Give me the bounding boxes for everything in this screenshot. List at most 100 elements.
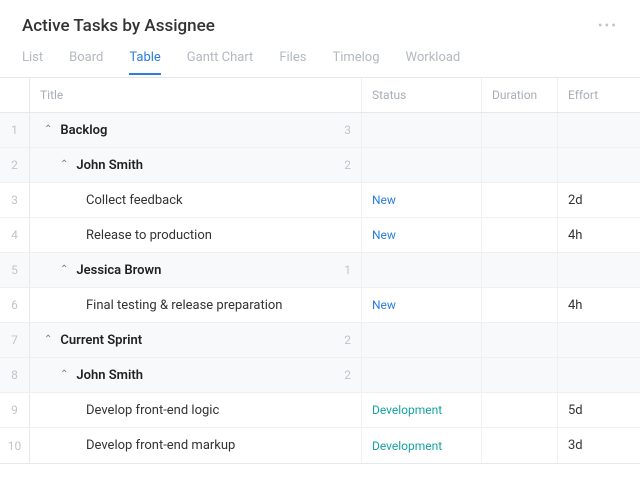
tab-files[interactable]: Files xyxy=(279,46,306,75)
cell-status xyxy=(362,358,482,392)
row-number: 1 xyxy=(0,113,30,147)
effort-value: 5d xyxy=(568,403,583,418)
cell-status: New xyxy=(362,183,482,217)
cell-status xyxy=(362,253,482,287)
chevron-up-icon[interactable]: ⌃ xyxy=(60,264,68,275)
cell-title: Develop front-end logic xyxy=(30,393,362,427)
task-table: Title Status Duration Effort 1⌃Backlog32… xyxy=(0,77,640,464)
table-row[interactable]: 1 ⌃ Backlog 3 xyxy=(0,113,640,148)
col-status: Status xyxy=(362,78,482,112)
table-row[interactable]: 7 ⌃ Current Sprint 2 xyxy=(0,323,640,358)
cell-status: New xyxy=(362,288,482,322)
row-number: 2 xyxy=(0,148,30,182)
cell-status: New xyxy=(362,218,482,252)
count-badge: 3 xyxy=(344,123,351,137)
table-header-row: Title Status Duration Effort xyxy=(0,78,640,113)
status-badge: New xyxy=(372,193,396,207)
row-number: 9 xyxy=(0,393,30,427)
status-badge: New xyxy=(372,298,396,312)
chevron-up-icon[interactable]: ⌃ xyxy=(60,369,68,380)
tab-gantt-chart[interactable]: Gantt Chart xyxy=(187,46,254,75)
row-number: 8 xyxy=(0,358,30,392)
count-badge: 2 xyxy=(344,158,351,172)
table-row[interactable]: 5 ⌃ Jessica Brown 1 xyxy=(0,253,640,288)
row-number: 6 xyxy=(0,288,30,322)
chevron-up-icon[interactable]: ⌃ xyxy=(60,159,68,170)
cell-title: Collect feedback xyxy=(30,183,362,217)
cell-effort xyxy=(558,358,640,392)
table-row[interactable]: 6 Final testing & release preparation New 4… xyxy=(0,288,640,323)
effort-value: 3d xyxy=(568,438,583,453)
cell-duration xyxy=(482,428,558,463)
table-row[interactable]: 3Collect feedback New 2d xyxy=(0,183,640,218)
cell-duration xyxy=(482,358,558,392)
cell-title: ⌃ Current Sprint 2 xyxy=(30,323,362,357)
col-effort: Effort xyxy=(558,78,640,112)
cell-title: ⌃ Backlog 3 xyxy=(30,113,362,147)
group-title: Backlog xyxy=(60,123,107,138)
cell-title: ⌃ Jessica Brown 1 xyxy=(30,253,362,287)
group-title: Current Sprint xyxy=(60,333,142,348)
cell-effort: 5d xyxy=(558,393,640,427)
cell-title: Final testing & release preparation xyxy=(30,288,362,322)
cell-duration xyxy=(482,323,558,357)
cell-status xyxy=(362,323,482,357)
cell-title: Develop front-end markup xyxy=(30,428,362,463)
group-title: John Smith xyxy=(76,368,143,383)
effort-value: 4h xyxy=(568,298,582,313)
count-badge: 2 xyxy=(344,368,351,382)
col-duration: Duration xyxy=(482,78,558,112)
task-title: Develop front-end markup xyxy=(86,438,235,453)
effort-value: 2d xyxy=(568,193,583,208)
cell-duration xyxy=(482,288,558,322)
status-badge: Development xyxy=(372,403,442,417)
more-icon[interactable]: ••• xyxy=(598,18,618,34)
chevron-up-icon[interactable]: ⌃ xyxy=(44,124,52,135)
cell-title: Release to production xyxy=(30,218,362,252)
row-number: 3 xyxy=(0,183,30,217)
row-number: 10 xyxy=(0,428,30,463)
page-title: Active Tasks by Assignee xyxy=(22,16,215,36)
row-number: 7 xyxy=(0,323,30,357)
cell-effort xyxy=(558,148,640,182)
cell-duration xyxy=(482,148,558,182)
table-row[interactable]: 10 Develop front-end markup Development 3d xyxy=(0,428,640,463)
table-row[interactable]: 2⌃John Smith2 xyxy=(0,148,640,183)
cell-title: ⌃John Smith2 xyxy=(30,148,362,182)
col-title: Title xyxy=(30,78,362,112)
count-badge: 1 xyxy=(344,263,351,277)
count-badge: 2 xyxy=(344,333,351,347)
task-title: Release to production xyxy=(86,228,212,243)
cell-effort: 4h xyxy=(558,218,640,252)
tab-timelog[interactable]: Timelog xyxy=(332,46,379,75)
effort-value: 4h xyxy=(568,228,582,243)
tab-board[interactable]: Board xyxy=(69,46,103,75)
cell-duration xyxy=(482,253,558,287)
group-title: Jessica Brown xyxy=(76,263,161,278)
cell-effort xyxy=(558,323,640,357)
col-rownum xyxy=(0,78,30,112)
tab-workload[interactable]: Workload xyxy=(406,46,461,75)
row-number: 4 xyxy=(0,218,30,252)
table-row[interactable]: 8 ⌃ John Smith 2 xyxy=(0,358,640,393)
cell-duration xyxy=(482,218,558,252)
cell-status xyxy=(362,113,482,147)
cell-effort xyxy=(558,253,640,287)
cell-status xyxy=(362,148,482,182)
cell-duration xyxy=(482,393,558,427)
tab-table[interactable]: Table xyxy=(129,46,160,75)
cell-status: Development xyxy=(362,393,482,427)
status-badge: New xyxy=(372,228,396,242)
chevron-up-icon[interactable]: ⌃ xyxy=(44,334,52,345)
status-badge: Development xyxy=(372,439,442,453)
table-row[interactable]: 9Develop front-end logic Development 5d xyxy=(0,393,640,428)
view-tabs: List Board Table Gantt Chart Files Timelog Wor… xyxy=(22,46,618,75)
cell-effort xyxy=(558,113,640,147)
row-number: 5 xyxy=(0,253,30,287)
tab-list[interactable]: List xyxy=(22,46,43,75)
cell-status: Development xyxy=(362,428,482,463)
table-row[interactable]: 4 Release to production New 4h xyxy=(0,218,640,253)
cell-duration xyxy=(482,183,558,217)
task-title: Final testing & release preparation xyxy=(86,298,282,313)
cell-title: ⌃ John Smith 2 xyxy=(30,358,362,392)
